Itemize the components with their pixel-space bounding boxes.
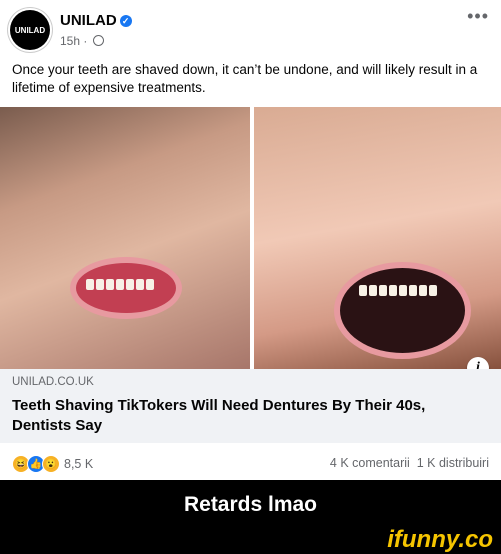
reactions-summary[interactable]: 😆 👍 😮 8,5 K [12,455,93,473]
post-time[interactable]: 15h · [60,34,87,48]
page-name[interactable]: UNILAD ✓ [60,12,132,29]
post-meta: 15h · [60,34,104,48]
teeth-right [359,285,437,296]
reactions-count: 8,5 K [64,457,94,471]
photo-left[interactable] [0,107,250,369]
comments-count[interactable]: 4 K comentarii [330,456,410,470]
verified-badge-icon: ✓ [119,15,132,27]
globe-icon [92,35,104,46]
facebook-post: UNILAD UNILAD ✓ 15h · ••• Once your teeth… [0,0,501,480]
post-photos[interactable]: i [0,107,501,379]
wow-reaction-icon: 😮 [42,455,60,473]
meme-caption: Retards lmao [183,493,318,516]
photo-right[interactable] [254,107,501,369]
comments-shares: 4 K comentarii 1 K distribuiri [330,456,489,470]
ifunny-watermark: ifunny.co [387,526,493,553]
link-title[interactable]: Teeth Shaving TikTokers Will Need Dentur… [12,396,482,436]
link-domain: UNILAD.CO.UK [12,376,94,388]
mouth-right [334,262,471,359]
post-text: Once your teeth are shaved down, it can’… [12,62,478,95]
link-preview[interactable]: UNILAD.CO.UK Teeth Shaving TikTokers Wil… [0,369,501,443]
shares-count[interactable]: 1 K distribuiri [417,456,489,470]
teeth-left [86,279,154,290]
more-options-button[interactable]: ••• [467,6,489,27]
page-avatar[interactable]: UNILAD [10,10,50,50]
post-header: UNILAD UNILAD ✓ 15h · ••• [10,6,491,54]
